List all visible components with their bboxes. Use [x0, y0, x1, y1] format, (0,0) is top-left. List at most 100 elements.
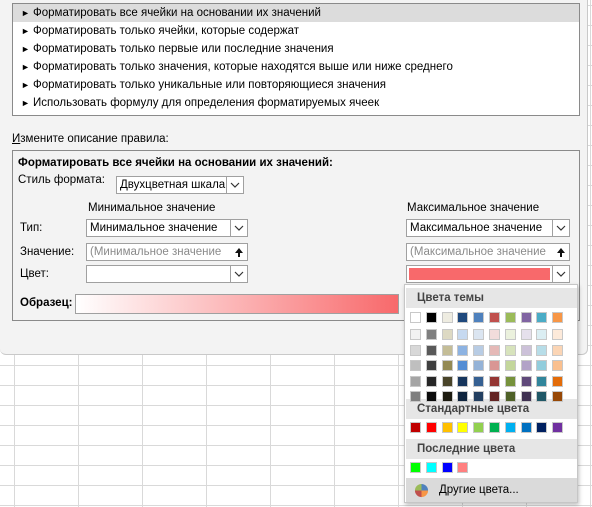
- recent-color-swatch[interactable]: [441, 462, 453, 473]
- theme-shade-swatch[interactable]: [410, 360, 421, 371]
- rule-type-label: Форматировать только первые или последни…: [33, 43, 334, 55]
- theme-shade-swatch[interactable]: [536, 391, 548, 402]
- edit-description-label: Измените описание правила:: [12, 133, 169, 145]
- rule-type-item[interactable]: ► Форматировать только значения, которые …: [13, 58, 579, 76]
- theme-shade-swatch[interactable]: [410, 391, 421, 402]
- theme-color-swatch[interactable]: [536, 312, 548, 323]
- color-label: Цвет:: [20, 268, 49, 280]
- theme-shade-swatch[interactable]: [425, 329, 437, 340]
- theme-color-swatch[interactable]: [441, 312, 453, 323]
- standard-color-swatch[interactable]: [425, 422, 437, 433]
- theme-shade-swatch[interactable]: [536, 329, 548, 340]
- recent-colors-header: Последние цвета: [406, 439, 577, 459]
- theme-shade-swatch[interactable]: [504, 391, 516, 402]
- theme-shade-swatch[interactable]: [504, 329, 516, 340]
- theme-color-swatch[interactable]: [552, 312, 564, 323]
- theme-shade-swatch[interactable]: [536, 360, 548, 371]
- theme-shade-swatch[interactable]: [520, 360, 532, 371]
- standard-color-swatch[interactable]: [520, 422, 532, 433]
- theme-shade-swatch[interactable]: [441, 344, 453, 356]
- more-colors-button[interactable]: Другие цвета...: [406, 478, 577, 502]
- recent-color-swatch[interactable]: [410, 462, 421, 473]
- range-select-icon[interactable]: [230, 244, 247, 260]
- range-select-icon[interactable]: [552, 244, 569, 260]
- min-type-select[interactable]: Минимальное значение: [86, 219, 248, 237]
- theme-shade-swatch[interactable]: [504, 344, 516, 356]
- theme-shade-swatch[interactable]: [410, 329, 421, 340]
- theme-color-swatch[interactable]: [520, 312, 532, 323]
- theme-shade-swatch[interactable]: [441, 329, 453, 340]
- theme-shade-swatch[interactable]: [473, 360, 485, 371]
- arrow-right-icon: ►: [21, 26, 30, 36]
- standard-color-swatch[interactable]: [552, 422, 564, 433]
- theme-shade-swatch[interactable]: [441, 391, 453, 402]
- theme-shade-swatch[interactable]: [520, 329, 532, 340]
- theme-shade-swatch[interactable]: [504, 375, 516, 387]
- theme-shade-swatch[interactable]: [552, 391, 564, 402]
- theme-shade-swatch[interactable]: [504, 360, 516, 371]
- theme-shade-swatch[interactable]: [425, 344, 437, 356]
- theme-shade-swatch[interactable]: [552, 344, 564, 356]
- standard-color-swatch[interactable]: [410, 422, 421, 433]
- standard-color-swatch[interactable]: [473, 422, 485, 433]
- theme-shade-swatch[interactable]: [489, 329, 500, 340]
- type-label: Тип:: [20, 222, 43, 234]
- min-color-picker[interactable]: [86, 265, 248, 283]
- theme-shade-swatch[interactable]: [520, 344, 532, 356]
- theme-shade-swatch[interactable]: [457, 344, 469, 356]
- theme-shade-swatch[interactable]: [489, 360, 500, 371]
- theme-shade-swatch[interactable]: [520, 391, 532, 402]
- theme-shade-swatch[interactable]: [473, 375, 485, 387]
- rule-type-item[interactable]: ► Форматировать только ячейки, которые со…: [13, 22, 579, 40]
- rule-type-item[interactable]: ► Форматировать все ячейки на основании и…: [13, 4, 579, 22]
- theme-shade-swatch[interactable]: [552, 360, 564, 371]
- theme-color-swatch[interactable]: [410, 312, 421, 323]
- max-color-picker[interactable]: [406, 265, 570, 283]
- standard-color-swatch[interactable]: [504, 422, 516, 433]
- theme-shade-swatch[interactable]: [536, 375, 548, 387]
- rule-type-label: Форматировать все ячейки на основании их…: [33, 7, 321, 19]
- theme-shade-swatch[interactable]: [489, 391, 500, 402]
- max-type-select[interactable]: Максимальное значение: [406, 219, 570, 237]
- theme-shade-swatch[interactable]: [552, 375, 564, 387]
- rule-type-item[interactable]: ► Форматировать только уникальные или пов…: [13, 76, 579, 94]
- format-style-select[interactable]: Двухцветная шкала: [116, 176, 244, 194]
- standard-color-swatch[interactable]: [536, 422, 548, 433]
- arrow-right-icon: ►: [21, 80, 30, 90]
- theme-shade-swatch[interactable]: [425, 360, 437, 371]
- rule-type-item[interactable]: ► Форматировать только первые или последн…: [13, 40, 579, 58]
- theme-shade-swatch[interactable]: [536, 344, 548, 356]
- rule-type-list[interactable]: ► Форматировать все ячейки на основании и…: [12, 3, 580, 116]
- theme-shade-swatch[interactable]: [489, 375, 500, 387]
- theme-shade-swatch[interactable]: [520, 375, 532, 387]
- theme-shade-swatch[interactable]: [457, 375, 469, 387]
- min-value-input[interactable]: (Минимальное значение: [86, 243, 248, 261]
- theme-shade-swatch[interactable]: [473, 391, 485, 402]
- theme-color-swatch[interactable]: [457, 312, 469, 323]
- theme-color-swatch[interactable]: [504, 312, 516, 323]
- theme-shade-swatch[interactable]: [473, 329, 485, 340]
- theme-shade-swatch[interactable]: [457, 391, 469, 402]
- theme-shade-swatch[interactable]: [457, 329, 469, 340]
- standard-color-swatch[interactable]: [489, 422, 500, 433]
- theme-shade-swatch[interactable]: [441, 375, 453, 387]
- theme-shade-swatch[interactable]: [425, 391, 437, 402]
- theme-shade-swatch[interactable]: [489, 344, 500, 356]
- theme-shade-swatch[interactable]: [473, 344, 485, 356]
- recent-color-swatch[interactable]: [425, 462, 437, 473]
- standard-color-swatch[interactable]: [441, 422, 453, 433]
- recent-color-swatch[interactable]: [457, 462, 469, 473]
- standard-color-swatch[interactable]: [457, 422, 469, 433]
- theme-shade-swatch[interactable]: [410, 375, 421, 387]
- theme-shade-swatch[interactable]: [552, 329, 564, 340]
- chevron-down-icon: [552, 220, 569, 236]
- theme-shade-swatch[interactable]: [457, 360, 469, 371]
- max-value-input[interactable]: (Максимальное значение: [406, 243, 570, 261]
- theme-shade-swatch[interactable]: [410, 344, 421, 356]
- theme-color-swatch[interactable]: [425, 312, 437, 323]
- theme-shade-swatch[interactable]: [425, 375, 437, 387]
- theme-color-swatch[interactable]: [489, 312, 500, 323]
- rule-type-item[interactable]: ► Использовать формулу для определения фо…: [13, 94, 579, 112]
- theme-color-swatch[interactable]: [473, 312, 485, 323]
- theme-shade-swatch[interactable]: [441, 360, 453, 371]
